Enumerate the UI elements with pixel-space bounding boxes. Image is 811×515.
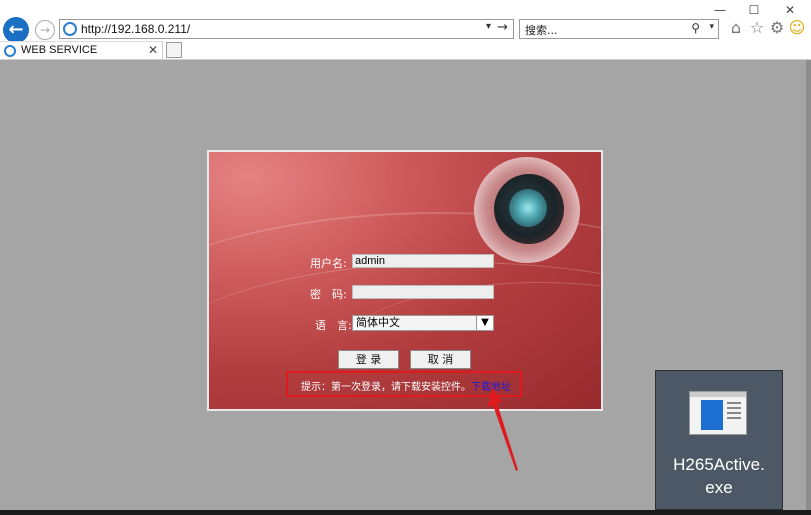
language-select[interactable]: 简体中文 ▼ (352, 315, 494, 331)
browser-chrome: — ☐ ✕ ← → http://192.168.0.211/ ▾ → 搜索..… (0, 0, 811, 60)
chrome-divider (0, 59, 811, 60)
username-field[interactable]: admin (352, 254, 494, 268)
smiley-feedback-icon[interactable]: ☺ (788, 18, 806, 38)
tab-close-icon[interactable]: ✕ (148, 43, 158, 57)
file-icon-lines (727, 402, 741, 404)
cancel-button[interactable]: 取 消 (410, 350, 471, 369)
gear-icon[interactable]: ⚙ (768, 18, 786, 38)
forward-button[interactable]: → (35, 20, 55, 40)
search-icon[interactable]: ⚲ (691, 21, 700, 35)
language-label: 语 言: (315, 319, 352, 332)
desktop-file-h265active[interactable]: H265Active. exe (655, 370, 783, 510)
maximize-button[interactable]: ☐ (742, 2, 766, 18)
password-label: 密 码: (310, 288, 347, 301)
exe-file-icon (689, 391, 747, 435)
camera-lens-core (509, 189, 547, 227)
ie-logo-icon (63, 22, 77, 36)
favorites-star-icon[interactable]: ☆ (748, 18, 766, 38)
login-button[interactable]: 登 录 (338, 350, 399, 369)
ie-tab-icon (4, 45, 16, 57)
file-icon-titlebar (690, 392, 746, 397)
tab-web-service[interactable]: WEB SERVICE ✕ (0, 41, 163, 60)
chevron-down-icon[interactable]: ▼ (476, 316, 493, 330)
username-label: 用户名: (310, 257, 347, 270)
taskbar-edge (0, 510, 811, 515)
search-dropdown-icon[interactable]: ▾ (709, 22, 714, 32)
search-box[interactable]: 搜索... ⚲ ▾ (519, 19, 719, 39)
tab-title: WEB SERVICE (21, 44, 98, 56)
address-dropdown-icon[interactable]: ▾ (486, 21, 491, 32)
file-name: H265Active. exe (656, 453, 782, 499)
password-field[interactable] (352, 285, 494, 299)
go-arrow-icon[interactable]: → (497, 20, 508, 35)
home-icon[interactable]: ⌂ (727, 18, 745, 38)
scrollbar-strip[interactable] (806, 60, 811, 510)
arrow-left-icon: ← (8, 19, 24, 40)
file-icon-blue-block (701, 400, 723, 430)
address-bar[interactable]: http://192.168.0.211/ ▾ → (59, 19, 514, 39)
address-url[interactable]: http://192.168.0.211/ (81, 22, 190, 36)
minimize-button[interactable]: — (708, 2, 732, 18)
red-arrow-annotation (488, 388, 518, 471)
back-button[interactable]: ← (3, 17, 29, 43)
close-window-button[interactable]: ✕ (778, 2, 802, 18)
arrow-right-icon: → (39, 23, 51, 37)
new-tab-button[interactable] (166, 42, 182, 58)
search-placeholder[interactable]: 搜索... (525, 22, 558, 38)
language-value: 简体中文 (356, 316, 400, 329)
file-name-line1: H265Active. (673, 455, 765, 474)
file-name-line2: exe (705, 478, 733, 497)
